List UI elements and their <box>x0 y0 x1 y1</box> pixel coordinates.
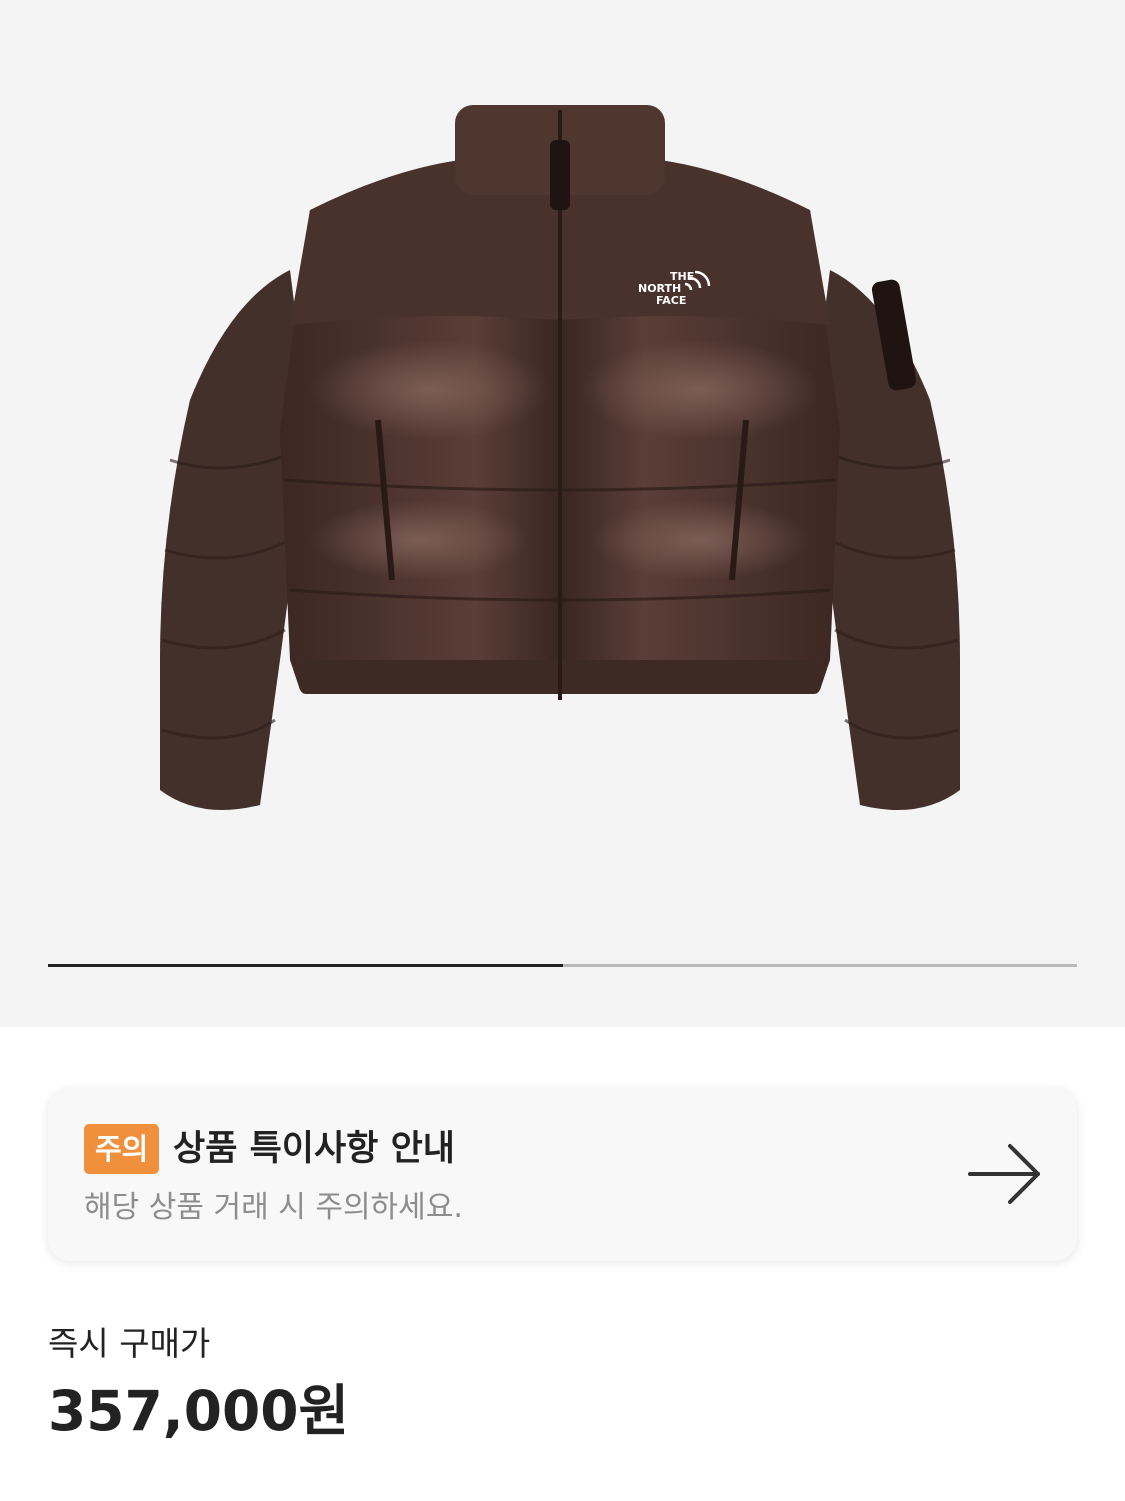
brand-logo-text-3: FACE <box>656 294 686 307</box>
instant-buy-price-label: 즉시 구매가 <box>48 1324 211 1363</box>
product-image-area[interactable]: THE NORTH FACE <box>0 0 1125 1027</box>
product-page: THE NORTH FACE 주의 상품 특이사항 안내 해당 상품 거래 시 … <box>0 0 1125 1501</box>
image-carousel-progress-fill <box>48 964 563 967</box>
warning-badge: 주의 <box>84 1124 160 1174</box>
puffer-jacket-image: THE NORTH FACE <box>160 105 960 810</box>
image-carousel-progress <box>48 964 1077 967</box>
instant-buy-price: 357,000원 <box>48 1379 350 1443</box>
arrow-right-icon[interactable] <box>966 1142 1044 1206</box>
product-notice-card[interactable]: 주의 상품 특이사항 안내 해당 상품 거래 시 주의하세요. <box>48 1088 1077 1261</box>
notice-subtitle: 해당 상품 거래 시 주의하세요. <box>84 1190 463 1225</box>
notice-title: 상품 특이사항 안내 <box>173 1129 455 1169</box>
